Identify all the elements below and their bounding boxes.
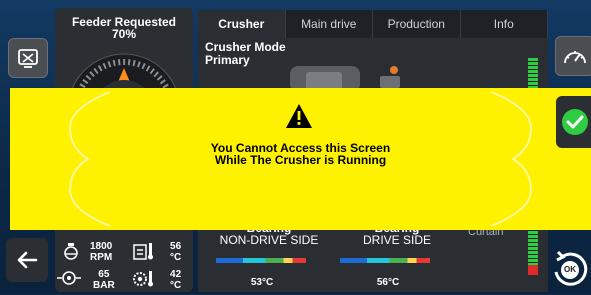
bar-value: 65 bbox=[98, 269, 110, 280]
oil-temp-icon bbox=[133, 242, 155, 265]
ok-label: OK bbox=[564, 265, 576, 274]
bearing-non-drive-temp: 53°C bbox=[250, 277, 274, 288]
crusher-mode-value: Primary bbox=[205, 53, 250, 67]
bar-unit: BAR bbox=[93, 280, 115, 291]
tab-bar: Crusher Main drive Production Info bbox=[198, 10, 548, 38]
pressure-icon bbox=[57, 270, 81, 291]
temp2-readout: 42 °C bbox=[170, 269, 181, 291]
bearing-non-drive-scale bbox=[216, 258, 306, 263]
temp1-readout: 56 °C bbox=[170, 241, 181, 263]
ok-button[interactable]: OK bbox=[548, 246, 591, 290]
speedometer-icon bbox=[562, 45, 588, 67]
rpm-icon bbox=[63, 242, 79, 265]
back-button[interactable] bbox=[6, 238, 48, 282]
bearing-drive-subtitle: DRIVE SIDE bbox=[362, 233, 431, 247]
feeder-title: Feeder Requested 70% bbox=[55, 16, 193, 40]
bar-readout: 65 BAR bbox=[93, 269, 115, 291]
bearing-non-drive-subtitle: NON-DRIVE SIDE bbox=[219, 233, 319, 247]
temp1-value: 56 bbox=[170, 241, 182, 252]
rpm-value: 1800 bbox=[90, 241, 113, 252]
tab-crusher[interactable]: Crusher bbox=[198, 10, 286, 38]
gear-temp-icon bbox=[132, 270, 156, 293]
speedometer-button[interactable] bbox=[555, 36, 591, 76]
warning-icon bbox=[285, 103, 313, 134]
temp2-unit: °C bbox=[170, 280, 182, 291]
rpm-unit: RPM bbox=[90, 252, 113, 263]
screen-off-button[interactable] bbox=[8, 38, 48, 78]
bearing-drive-temp: 56°C bbox=[376, 277, 400, 288]
feeder-title-line2: 70% bbox=[111, 27, 137, 41]
back-arrow-icon bbox=[16, 249, 38, 271]
overlay-message-line2: While The Crusher is Running bbox=[214, 153, 387, 167]
crusher-mode: Crusher Mode Primary bbox=[205, 41, 286, 67]
tab-main-drive[interactable]: Main drive bbox=[285, 10, 373, 38]
temp1-unit: °C bbox=[170, 252, 182, 263]
tab-production[interactable]: Production bbox=[373, 10, 461, 38]
screen-off-icon bbox=[16, 46, 40, 70]
temp2-value: 42 bbox=[170, 269, 182, 280]
bearing-drive-scale bbox=[340, 258, 430, 263]
checkmark-icon bbox=[562, 109, 588, 135]
overlay-message: You Cannot Access this Screen While The … bbox=[10, 142, 591, 166]
rpm-readout: 1800 RPM bbox=[90, 241, 112, 263]
tab-info[interactable]: Info bbox=[460, 10, 548, 38]
confirm-button[interactable] bbox=[556, 96, 591, 148]
